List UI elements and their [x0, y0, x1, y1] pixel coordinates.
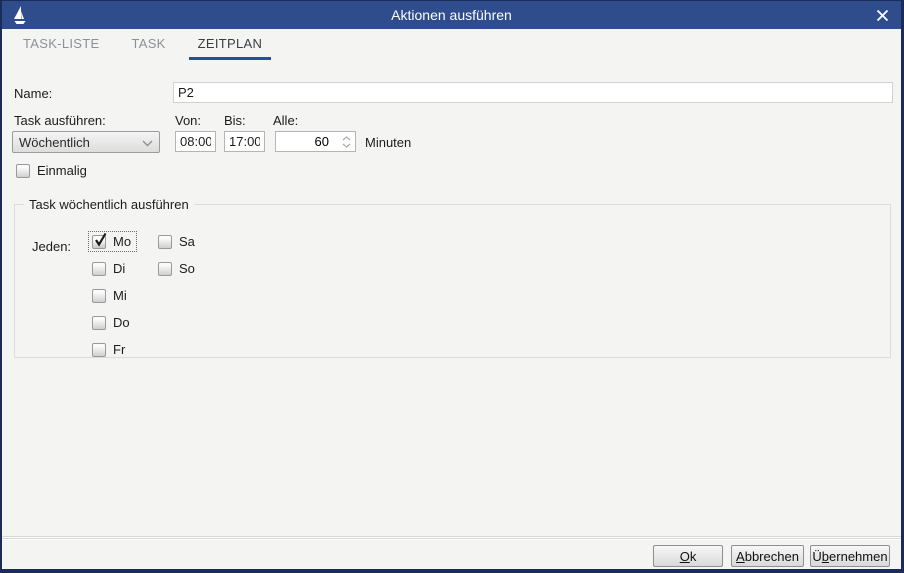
checkbox-box	[92, 289, 106, 303]
day-label: Mi	[113, 288, 127, 303]
bis-time-input[interactable]	[224, 131, 265, 152]
interval-spinner	[275, 131, 356, 152]
checkbox-box	[158, 262, 172, 276]
titlebar[interactable]: Aktionen ausführen	[2, 1, 901, 29]
name-label: Name:	[14, 86, 52, 101]
interval-input[interactable]	[276, 132, 338, 151]
apply-button[interactable]: Übernehmen	[810, 545, 890, 567]
tab-bar: TASK-LISTE TASK ZEITPLAN	[14, 29, 285, 60]
day-label: Fr	[113, 342, 125, 357]
von-time-input[interactable]	[175, 131, 216, 152]
cancel-button[interactable]: Abbrechen	[731, 545, 804, 567]
chevron-down-icon	[142, 135, 153, 150]
spinner-down-icon[interactable]	[342, 143, 351, 148]
day-label: Mo	[113, 234, 131, 249]
day-checkbox-fr[interactable]: Fr	[89, 340, 130, 359]
spinner-up-icon[interactable]	[342, 136, 351, 141]
day-label: So	[179, 261, 195, 276]
spinner-arrows	[338, 132, 355, 151]
tab-task[interactable]: TASK	[122, 29, 174, 60]
von-label: Von:	[175, 113, 201, 128]
ok-button[interactable]: Ok	[653, 545, 723, 567]
einmalig-label: Einmalig	[37, 163, 87, 178]
tab-task-liste[interactable]: TASK-LISTE	[14, 29, 108, 60]
jeden-label: Jeden:	[32, 239, 71, 254]
checkbox-box	[92, 235, 106, 249]
tab-zeitplan[interactable]: ZEITPLAN	[189, 29, 272, 60]
day-checkbox-mo[interactable]: Mo	[89, 232, 136, 251]
window-title: Aktionen ausführen	[2, 1, 901, 29]
day-checkbox-sa[interactable]: Sa	[155, 232, 200, 251]
day-label: Do	[113, 315, 130, 330]
checkbox-box	[16, 164, 30, 178]
checkbox-box	[92, 343, 106, 357]
name-input[interactable]	[173, 82, 893, 103]
weekly-groupbox: Task wöchentlich ausführen Jeden: Mo	[14, 197, 891, 358]
checkbox-box	[158, 235, 172, 249]
einmalig-checkbox[interactable]: Einmalig	[16, 163, 87, 178]
frequency-select[interactable]: Wöchentlich	[12, 131, 160, 153]
checkbox-box	[92, 262, 106, 276]
day-label: Di	[113, 261, 125, 276]
checkbox-box	[92, 316, 106, 330]
checkmark-icon	[94, 232, 107, 250]
alle-label: Alle:	[273, 113, 298, 128]
footer-separator	[2, 536, 901, 540]
dialog-window: Aktionen ausführen TASK-LISTE TASK ZEITP…	[0, 0, 904, 573]
day-label: Sa	[179, 234, 195, 249]
dialog-body: Aktionen ausführen TASK-LISTE TASK ZEITP…	[2, 1, 901, 569]
day-checkbox-do[interactable]: Do	[89, 313, 135, 332]
task-execute-label: Task ausführen:	[14, 113, 106, 128]
weekly-groupbox-title: Task wöchentlich ausführen	[24, 197, 194, 212]
day-checkbox-di[interactable]: Di	[89, 259, 130, 278]
tab-label: TASK	[131, 36, 165, 51]
tab-label: TASK-LISTE	[23, 36, 99, 51]
tab-label: ZEITPLAN	[198, 36, 263, 51]
minuten-label: Minuten	[365, 135, 411, 150]
close-icon[interactable]	[869, 3, 895, 27]
day-checkbox-mi[interactable]: Mi	[89, 286, 132, 305]
frequency-selected-value: Wöchentlich	[19, 135, 142, 150]
bis-label: Bis:	[224, 113, 246, 128]
day-checkbox-so[interactable]: So	[155, 259, 200, 278]
